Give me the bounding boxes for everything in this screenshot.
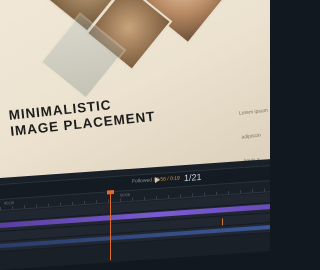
playhead-line[interactable] bbox=[110, 190, 111, 261]
keyframe-marker[interactable] bbox=[222, 218, 223, 226]
body-line: Lorem ipsum bbox=[238, 107, 269, 117]
fx-label: Followed bbox=[132, 177, 153, 185]
body-line: adipiscin bbox=[241, 132, 262, 141]
timeline-panel: Followed 10:56 / 0:19 1/21 00:00 00:05 bbox=[0, 159, 270, 270]
ruler-label: 00:00 bbox=[4, 200, 15, 206]
play-icon[interactable] bbox=[155, 176, 160, 184]
frame-counter: 1/21 bbox=[184, 171, 202, 184]
ruler-label: 00:05 bbox=[120, 191, 131, 198]
